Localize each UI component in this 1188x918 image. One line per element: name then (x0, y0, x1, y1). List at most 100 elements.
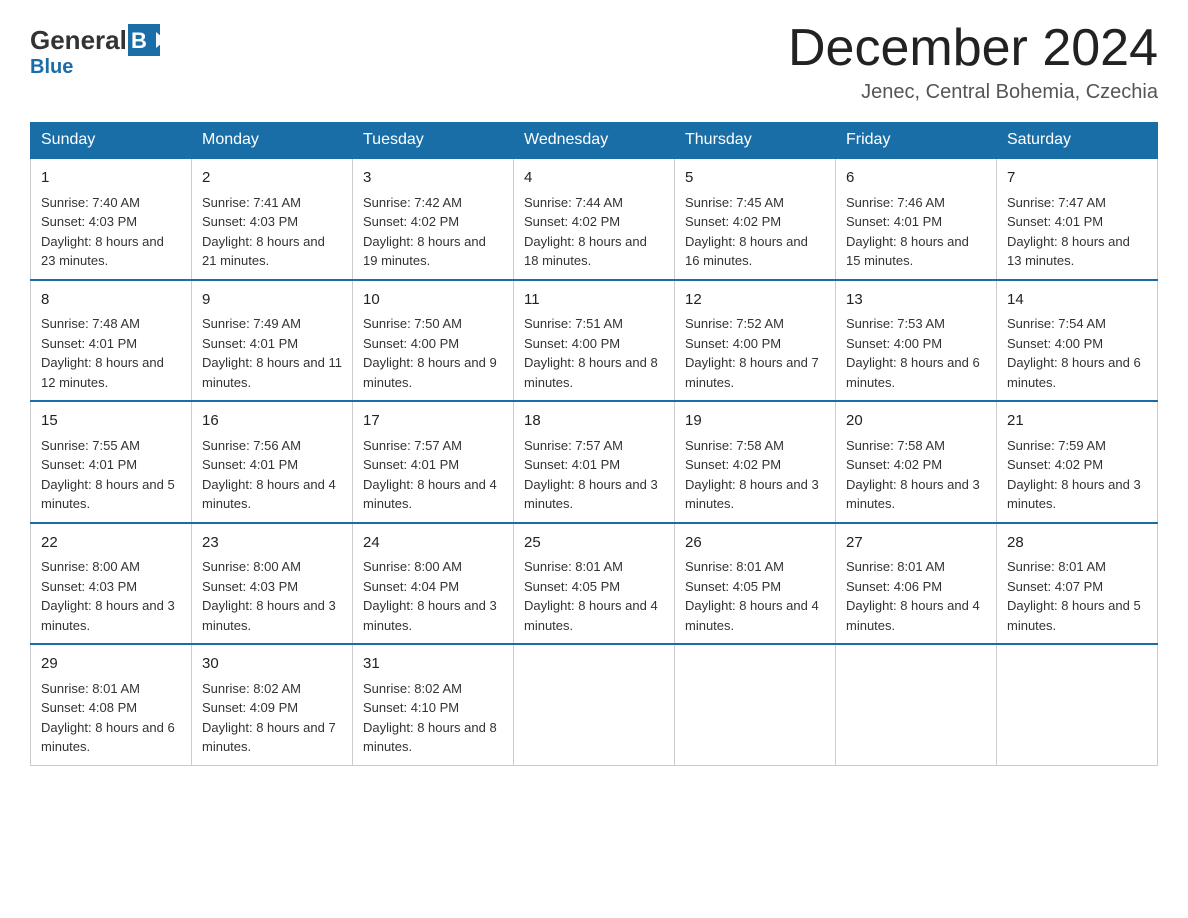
sunrise-info: Sunrise: 7:52 AM (685, 316, 784, 331)
title-block: December 2024 Jenec, Central Bohemia, Cz… (788, 20, 1158, 104)
day-number: 21 (1007, 410, 1147, 433)
daylight-info: Daylight: 8 hours and 6 minutes. (1007, 355, 1141, 390)
calendar-week-row: 22 Sunrise: 8:00 AM Sunset: 4:03 PM Dayl… (31, 523, 1158, 645)
sunset-info: Sunset: 4:05 PM (685, 579, 781, 594)
col-sunday: Sunday (31, 123, 192, 159)
table-row: 10 Sunrise: 7:50 AM Sunset: 4:00 PM Dayl… (353, 280, 514, 402)
calendar-header-row: Sunday Monday Tuesday Wednesday Thursday… (31, 123, 1158, 159)
col-wednesday: Wednesday (514, 123, 675, 159)
day-number: 16 (202, 410, 342, 433)
day-number: 29 (41, 653, 181, 676)
sunrise-info: Sunrise: 7:44 AM (524, 195, 623, 210)
day-number: 11 (524, 289, 664, 312)
day-number: 5 (685, 167, 825, 190)
calendar-table: Sunday Monday Tuesday Wednesday Thursday… (30, 122, 1158, 766)
sunrise-info: Sunrise: 8:02 AM (202, 681, 301, 696)
sunset-info: Sunset: 4:01 PM (202, 336, 298, 351)
month-title: December 2024 (788, 20, 1158, 77)
day-number: 12 (685, 289, 825, 312)
day-number: 18 (524, 410, 664, 433)
sunset-info: Sunset: 4:09 PM (202, 700, 298, 715)
daylight-info: Daylight: 8 hours and 18 minutes. (524, 234, 647, 269)
table-row: 25 Sunrise: 8:01 AM Sunset: 4:05 PM Dayl… (514, 523, 675, 645)
table-row: 20 Sunrise: 7:58 AM Sunset: 4:02 PM Dayl… (836, 401, 997, 523)
daylight-info: Daylight: 8 hours and 4 minutes. (363, 477, 497, 512)
sunset-info: Sunset: 4:01 PM (41, 457, 137, 472)
calendar-week-row: 8 Sunrise: 7:48 AM Sunset: 4:01 PM Dayli… (31, 280, 1158, 402)
daylight-info: Daylight: 8 hours and 6 minutes. (846, 355, 980, 390)
sunset-info: Sunset: 4:03 PM (202, 214, 298, 229)
daylight-info: Daylight: 8 hours and 3 minutes. (1007, 477, 1141, 512)
table-row: 12 Sunrise: 7:52 AM Sunset: 4:00 PM Dayl… (675, 280, 836, 402)
daylight-info: Daylight: 8 hours and 3 minutes. (524, 477, 658, 512)
daylight-info: Daylight: 8 hours and 8 minutes. (524, 355, 658, 390)
table-row: 7 Sunrise: 7:47 AM Sunset: 4:01 PM Dayli… (997, 158, 1158, 280)
sunset-info: Sunset: 4:01 PM (1007, 214, 1103, 229)
sunset-info: Sunset: 4:00 PM (363, 336, 459, 351)
sunrise-info: Sunrise: 8:01 AM (41, 681, 140, 696)
table-row: 11 Sunrise: 7:51 AM Sunset: 4:00 PM Dayl… (514, 280, 675, 402)
sunset-info: Sunset: 4:02 PM (846, 457, 942, 472)
daylight-info: Daylight: 8 hours and 3 minutes. (846, 477, 980, 512)
daylight-info: Daylight: 8 hours and 3 minutes. (41, 598, 175, 633)
sunrise-info: Sunrise: 7:49 AM (202, 316, 301, 331)
sunrise-info: Sunrise: 7:48 AM (41, 316, 140, 331)
sunrise-info: Sunrise: 7:57 AM (524, 438, 623, 453)
daylight-info: Daylight: 8 hours and 15 minutes. (846, 234, 969, 269)
day-number: 31 (363, 653, 503, 676)
daylight-info: Daylight: 8 hours and 19 minutes. (363, 234, 486, 269)
sunrise-info: Sunrise: 7:54 AM (1007, 316, 1106, 331)
sunset-info: Sunset: 4:02 PM (685, 214, 781, 229)
sunset-info: Sunset: 4:04 PM (363, 579, 459, 594)
day-number: 8 (41, 289, 181, 312)
day-number: 15 (41, 410, 181, 433)
sunrise-info: Sunrise: 8:00 AM (363, 559, 462, 574)
page-header: General B Blue December 2024 Jenec, Cent… (30, 20, 1158, 104)
sunrise-info: Sunrise: 7:40 AM (41, 195, 140, 210)
day-number: 30 (202, 653, 342, 676)
table-row (675, 644, 836, 765)
day-number: 1 (41, 167, 181, 190)
col-monday: Monday (192, 123, 353, 159)
table-row: 4 Sunrise: 7:44 AM Sunset: 4:02 PM Dayli… (514, 158, 675, 280)
sunset-info: Sunset: 4:00 PM (685, 336, 781, 351)
table-row: 1 Sunrise: 7:40 AM Sunset: 4:03 PM Dayli… (31, 158, 192, 280)
day-number: 7 (1007, 167, 1147, 190)
day-number: 24 (363, 532, 503, 555)
daylight-info: Daylight: 8 hours and 5 minutes. (1007, 598, 1141, 633)
sunset-info: Sunset: 4:00 PM (524, 336, 620, 351)
daylight-info: Daylight: 8 hours and 12 minutes. (41, 355, 164, 390)
daylight-info: Daylight: 8 hours and 4 minutes. (202, 477, 336, 512)
sunset-info: Sunset: 4:00 PM (1007, 336, 1103, 351)
day-number: 23 (202, 532, 342, 555)
sunset-info: Sunset: 4:05 PM (524, 579, 620, 594)
calendar-week-row: 1 Sunrise: 7:40 AM Sunset: 4:03 PM Dayli… (31, 158, 1158, 280)
table-row: 5 Sunrise: 7:45 AM Sunset: 4:02 PM Dayli… (675, 158, 836, 280)
daylight-info: Daylight: 8 hours and 9 minutes. (363, 355, 497, 390)
sunrise-info: Sunrise: 7:58 AM (846, 438, 945, 453)
col-saturday: Saturday (997, 123, 1158, 159)
daylight-info: Daylight: 8 hours and 3 minutes. (202, 598, 336, 633)
table-row: 31 Sunrise: 8:02 AM Sunset: 4:10 PM Dayl… (353, 644, 514, 765)
table-row (514, 644, 675, 765)
col-thursday: Thursday (675, 123, 836, 159)
table-row: 16 Sunrise: 7:56 AM Sunset: 4:01 PM Dayl… (192, 401, 353, 523)
day-number: 17 (363, 410, 503, 433)
daylight-info: Daylight: 8 hours and 5 minutes. (41, 477, 175, 512)
daylight-info: Daylight: 8 hours and 11 minutes. (202, 355, 342, 390)
logo-blue-word: Blue (30, 56, 73, 79)
day-number: 14 (1007, 289, 1147, 312)
sunrise-info: Sunrise: 8:01 AM (846, 559, 945, 574)
day-number: 22 (41, 532, 181, 555)
sunset-info: Sunset: 4:02 PM (363, 214, 459, 229)
sunrise-info: Sunrise: 7:47 AM (1007, 195, 1106, 210)
sunrise-info: Sunrise: 7:53 AM (846, 316, 945, 331)
sunrise-info: Sunrise: 7:58 AM (685, 438, 784, 453)
logo-text: General B (30, 24, 160, 56)
sunset-info: Sunset: 4:01 PM (524, 457, 620, 472)
table-row: 19 Sunrise: 7:58 AM Sunset: 4:02 PM Dayl… (675, 401, 836, 523)
day-number: 28 (1007, 532, 1147, 555)
table-row: 23 Sunrise: 8:00 AM Sunset: 4:03 PM Dayl… (192, 523, 353, 645)
table-row (997, 644, 1158, 765)
day-number: 4 (524, 167, 664, 190)
